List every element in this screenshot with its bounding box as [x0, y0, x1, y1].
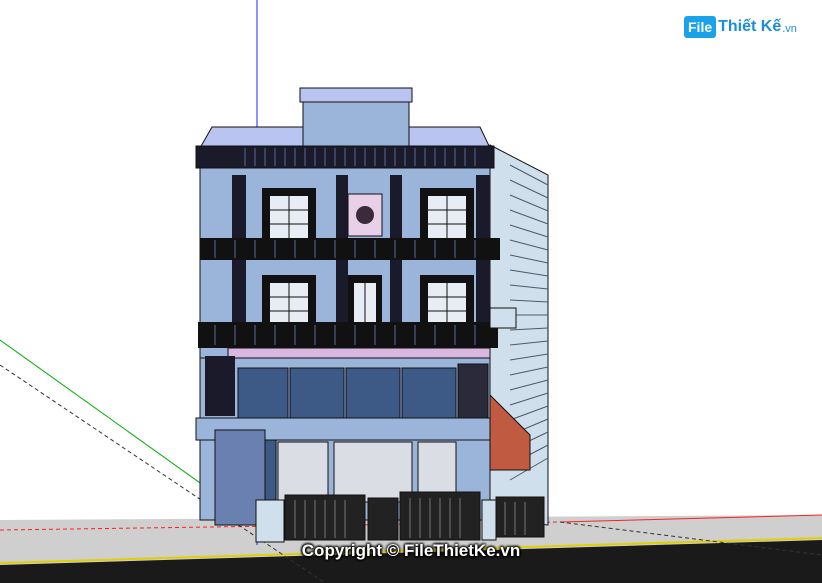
glass-panel-3: [345, 367, 401, 419]
logo-name: Thiết Kế: [718, 18, 782, 35]
glass-panel-1: [237, 367, 289, 419]
copyright-watermark: Copyright © FileThietKe.vn: [0, 541, 822, 561]
roof-stair-cap: [299, 87, 413, 103]
louver-panel: [457, 363, 489, 419]
logo-tld: .vn: [782, 23, 797, 35]
balcony-2f: [198, 322, 498, 348]
model-viewport[interactable]: File Thiết Kế .vn Copyright © FileThietK…: [0, 0, 822, 583]
brand-logo: File Thiết Kế .vn: [684, 14, 797, 40]
gate-pillar-right: [481, 499, 497, 541]
logo-badge: File: [684, 16, 717, 38]
copyright-text: Copyright © FileThietKe.vn: [301, 541, 521, 560]
side-balcony: [489, 307, 517, 329]
glass-panel-2: [289, 367, 345, 419]
shutter-1: [277, 441, 329, 503]
left-louver: [205, 356, 235, 416]
building-model-render[interactable]: [0, 0, 822, 583]
gate-pillar-left: [255, 499, 285, 543]
pink-band: [227, 347, 491, 359]
glass-panel-4: [401, 367, 457, 419]
